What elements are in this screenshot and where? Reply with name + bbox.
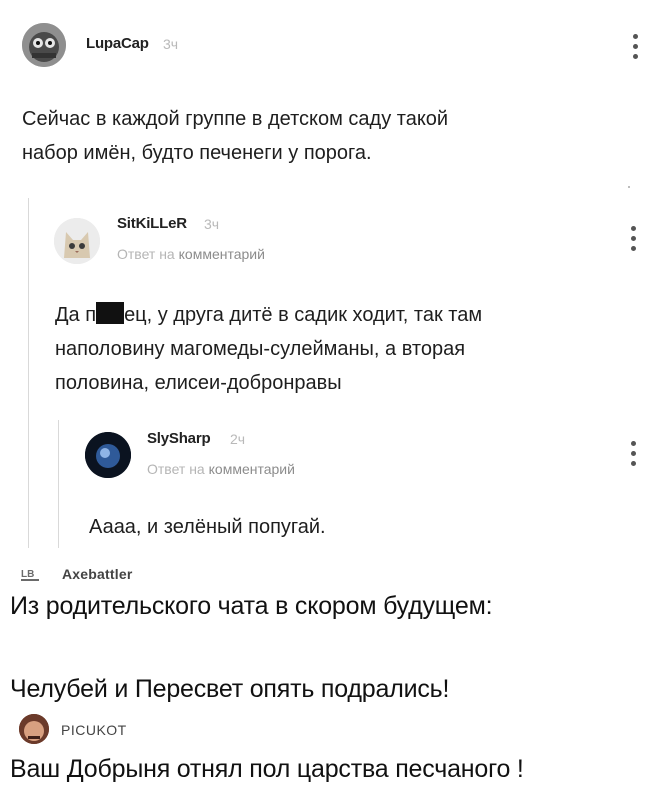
lb-logo-icon: LB bbox=[20, 566, 42, 582]
comment-time: 3ч bbox=[204, 216, 220, 232]
comment-text-line: Сейчас в каждой группе в детском саду та… bbox=[22, 108, 449, 130]
reply-target[interactable]: комментарий bbox=[209, 461, 295, 477]
reply-to-link[interactable]: Ответ на комментарий bbox=[117, 246, 265, 262]
comment-text-line: наполовину магомеды-сулейманы, а вторая bbox=[55, 338, 466, 360]
comment-time: 3ч bbox=[163, 36, 179, 52]
avatar[interactable] bbox=[22, 23, 66, 67]
post-text-line: Из родительского чата в скором будущем: bbox=[10, 592, 493, 620]
comment-text: Сейчас в каждой группе в детском саду та… bbox=[22, 102, 622, 170]
comment-time: 2ч bbox=[230, 431, 246, 447]
avatar-image bbox=[85, 432, 131, 478]
cat-avatar-image bbox=[54, 218, 100, 264]
reply-prefix: Ответ на bbox=[117, 246, 175, 262]
comment-text-line: Аааа, и зелёный попугай. bbox=[89, 516, 326, 538]
more-options-icon[interactable] bbox=[628, 441, 638, 466]
svg-text:LB: LB bbox=[21, 569, 34, 580]
text-fragment: ец, у друга дитё в садик ходит, так там bbox=[124, 304, 483, 326]
post-text: Ваш Добрыня отнял пол царства песчаного … bbox=[10, 755, 524, 783]
more-options-icon[interactable] bbox=[630, 34, 640, 59]
comment-username[interactable]: LupaCap bbox=[86, 35, 149, 52]
more-options-icon[interactable] bbox=[628, 226, 638, 251]
post-username[interactable]: PICUKOT bbox=[61, 722, 127, 738]
censor-block bbox=[96, 302, 125, 324]
thread-line bbox=[58, 420, 59, 548]
avatar[interactable] bbox=[19, 714, 49, 744]
avatar-image bbox=[19, 714, 49, 744]
post-text-line: Челубей и Пересвет опять подрались! bbox=[10, 675, 450, 703]
reply-target[interactable]: комментарий bbox=[179, 246, 265, 262]
comment-text: Да п ец, у друга дитё в садик ходит, так … bbox=[55, 298, 635, 400]
post-username[interactable]: Axebattler bbox=[62, 566, 132, 582]
comment-username[interactable]: SitKiLLeR bbox=[117, 215, 187, 232]
comment-text-line: набор имён, будто печенеги у порога. bbox=[22, 142, 372, 164]
avatar[interactable] bbox=[85, 432, 131, 478]
divider-tick bbox=[628, 186, 630, 188]
avatar[interactable] bbox=[54, 218, 100, 264]
comment-text: Аааа, и зелёный попугай. bbox=[89, 510, 609, 544]
reply-prefix: Ответ на bbox=[147, 461, 205, 477]
comment-text-line: Да п ец, у друга дитё в садик ходит, так … bbox=[55, 298, 635, 332]
avatar-image bbox=[22, 23, 66, 67]
comment-username[interactable]: SlySharp bbox=[147, 430, 211, 447]
reply-to-link[interactable]: Ответ на комментарий bbox=[147, 461, 295, 477]
comment-text-line: половина, елисеи-добронравы bbox=[55, 372, 342, 394]
text-fragment: Да п bbox=[55, 304, 97, 326]
thread-line bbox=[28, 198, 29, 548]
